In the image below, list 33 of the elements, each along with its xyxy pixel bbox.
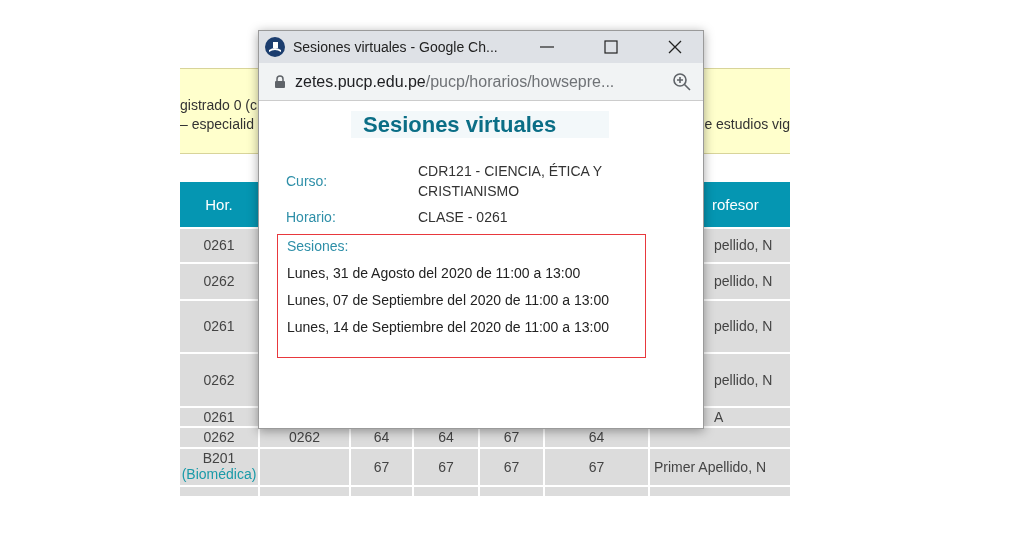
table-cell: 0262	[180, 428, 258, 447]
maximize-icon	[604, 40, 618, 54]
notice-text: – especialid	[180, 116, 255, 132]
lock-icon	[275, 75, 285, 88]
session-text: Lunes, 07 de Septiembre del 2020 de 11:00 a 13:00	[287, 292, 610, 308]
table-cell: 0261	[180, 229, 258, 262]
url-text: zetes.pucp.edu.pe/pucp/horarios/howsepre...	[295, 72, 616, 91]
dialog-heading: Sesiones virtuales	[351, 111, 609, 138]
close-icon	[668, 40, 682, 54]
session-text: Lunes, 31 de Agosto del 2020 de 11:00 a 13:00	[287, 265, 582, 281]
zoom-icon[interactable]	[673, 72, 691, 91]
window-title: Sesiones virtuales - Google Ch...	[293, 39, 499, 55]
sessions-label: Sesiones:	[287, 238, 350, 254]
table-cell: B201 (Biomédica)	[180, 449, 258, 485]
table-cell: 0261	[180, 408, 258, 426]
notice-text: e estudios vig	[704, 116, 790, 132]
column-header: Hor.	[180, 182, 258, 227]
table-cell: 67	[351, 449, 412, 485]
session-text: Lunes, 14 de Septiembre del 2020 de 11:00 a 13:00	[287, 319, 610, 335]
table-cell: 67	[545, 449, 648, 485]
field-value: CDR121 - CIENCIA, ÉTICA Y CRISTIANISMO	[418, 162, 603, 201]
notice-text: gistrado 0 (c	[180, 97, 258, 113]
address-bar[interactable]: zetes.pucp.edu.pe/pucp/horarios/howsepre...	[259, 63, 703, 101]
logo-icon	[265, 37, 285, 57]
field-label: Horario:	[286, 209, 337, 225]
table-cell: 0262	[180, 264, 258, 299]
table-cell: 67	[414, 449, 478, 485]
table-cell: 0261	[180, 301, 258, 352]
field-value: CLASE - 0261	[418, 208, 509, 227]
field-label: Curso:	[286, 173, 329, 189]
table-cell: Primer Apellido, N	[650, 449, 790, 485]
table-cell: 0262	[180, 354, 258, 406]
table-cell: 67	[480, 449, 543, 485]
